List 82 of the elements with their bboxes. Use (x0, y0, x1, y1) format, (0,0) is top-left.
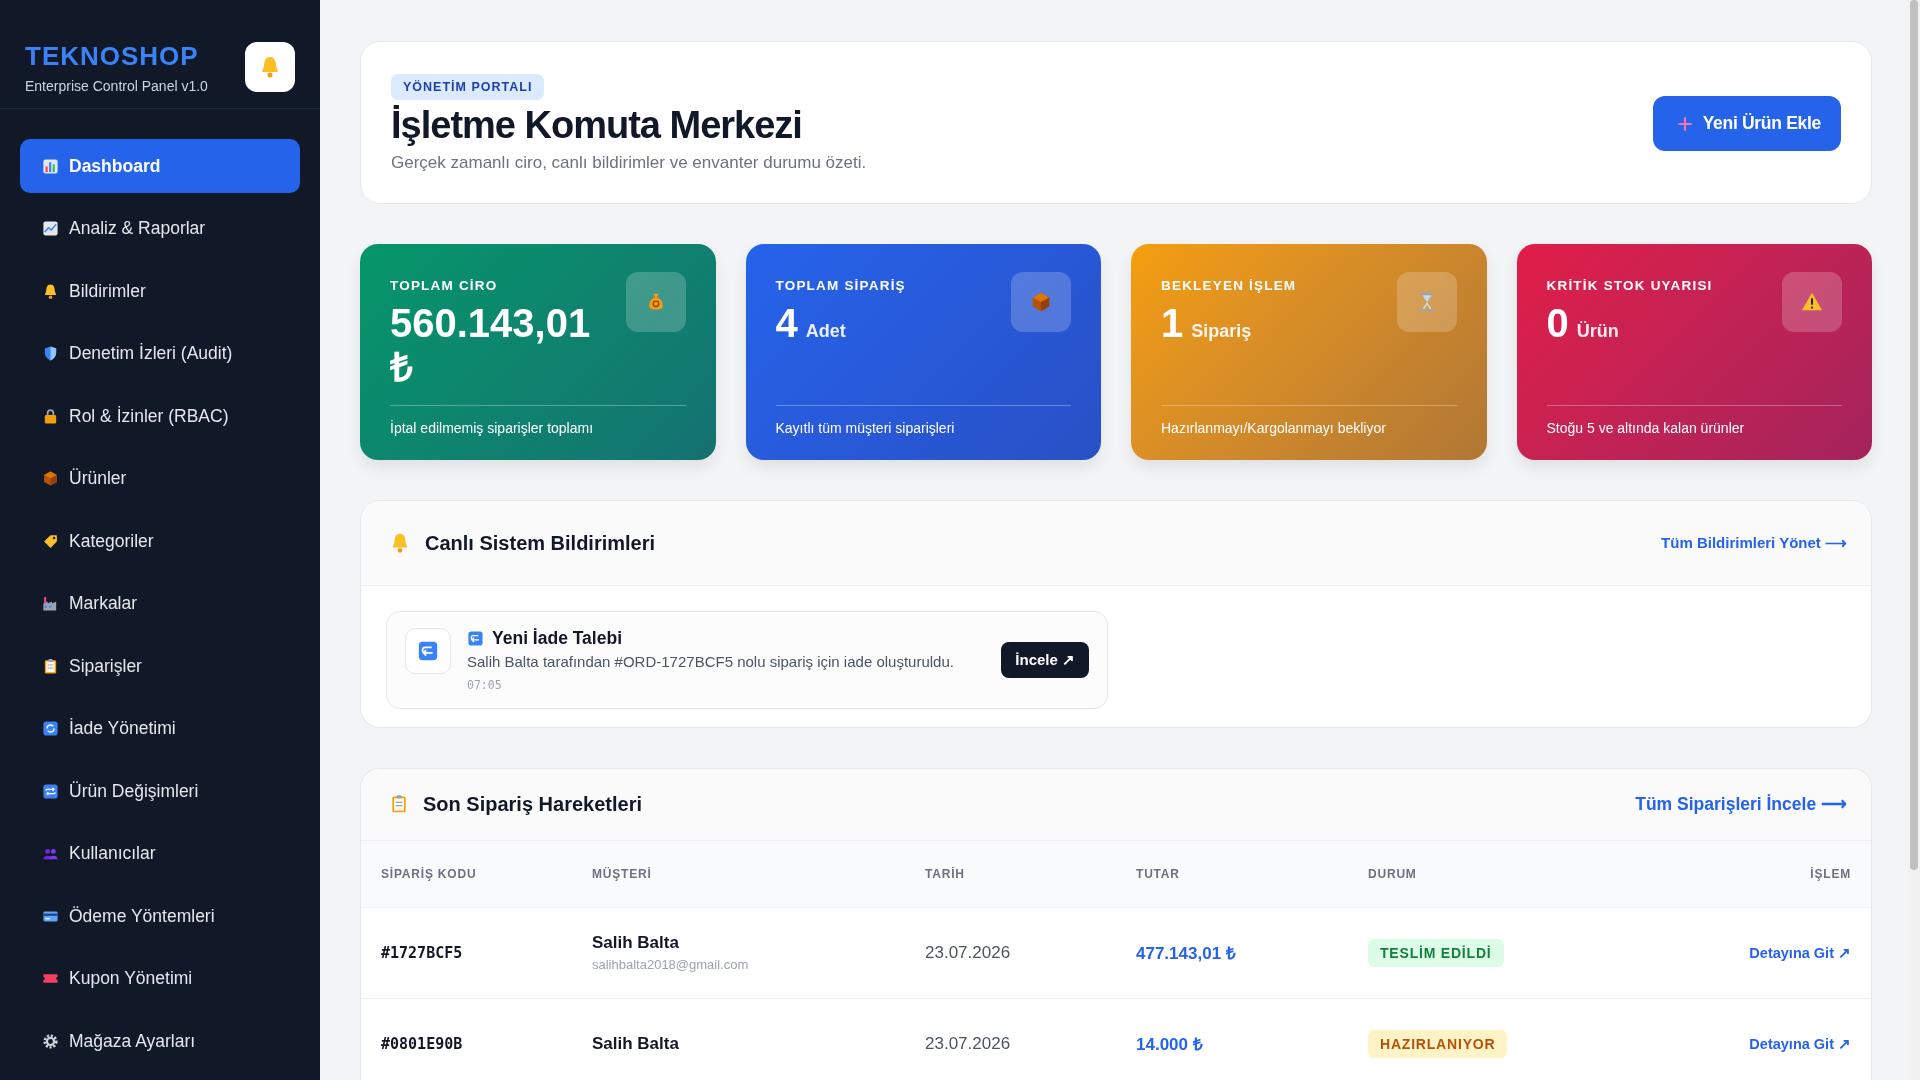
factory-icon (42, 595, 59, 612)
column-header: İŞLEM (1810, 866, 1851, 881)
order-date: 23.07.2026 (925, 1033, 1012, 1054)
portal-badge: YÖNETİM PORTALI (391, 74, 545, 100)
stat-label: KRİTİK STOK UYARISI (1546, 278, 1713, 293)
brand-logo: TEKNOSHOP (25, 40, 200, 72)
stat-note: Stoğu 5 ve altında kalan ürünler (1546, 405, 1842, 436)
sidebar-item[interactable]: Siparişler (20, 639, 300, 693)
refresh-icon (42, 720, 59, 737)
clipboard-icon (42, 657, 59, 675)
stat-label: BEKLEYEN İŞLEM (1161, 278, 1297, 293)
sidebar-item[interactable]: Bildirimler (20, 264, 300, 318)
bar-chart-icon (42, 157, 59, 175)
order-date: 23.07.2026 (925, 942, 1012, 963)
swap-icon (42, 782, 59, 800)
warning-icon (1801, 291, 1823, 313)
sidebar-item[interactable]: Analiz & Raporlar (20, 201, 300, 256)
scrollbar[interactable] (1908, 0, 1920, 1080)
stat-label: TOPLAM CİRO (390, 278, 499, 293)
stat-note: Kayıtlı tüm müşteri siparişleri (775, 405, 1071, 436)
customer-email: salihbalta2018@gmail.com (592, 957, 750, 973)
review-button[interactable]: İncele ↗ (1001, 642, 1089, 678)
stat-unit: Sipariş (1191, 321, 1252, 341)
clipboard-icon (389, 794, 409, 815)
column-header: DURUM (1368, 866, 1418, 881)
order-code: #1727BCF5 (381, 943, 464, 962)
line-chart-icon (42, 220, 59, 237)
sidebar-item[interactable]: Ürün Değişimleri (20, 764, 300, 818)
stat-value: 1 (1161, 301, 1184, 345)
sidebar-item[interactable]: Kategoriler (20, 514, 300, 568)
bell-icon (42, 282, 59, 300)
stat-unit: Adet (805, 321, 846, 341)
box-icon (42, 470, 59, 487)
all-orders-link[interactable]: Tüm Siparişleri İncele ⟶ (1635, 793, 1847, 815)
column-header: TUTAR (1136, 866, 1181, 881)
tag-icon (42, 532, 59, 550)
sidebar-item[interactable]: Rol & İzinler (RBAC) (20, 389, 300, 443)
order-code: #0801E90B (381, 1034, 464, 1053)
order-amount: 477.143,01 ₺ (1136, 943, 1237, 965)
details-link[interactable]: Detayına Git ↗ (1749, 944, 1851, 961)
page-subtitle: Gerçek zamanlı ciro, canlı bildirimler ve envanter durumu özeti. (391, 153, 867, 173)
notification-title: Yeni İade Talebi (492, 628, 622, 649)
panel-title: Son Sipariş Hareketleri (423, 792, 642, 816)
stat-value: 0 (1546, 301, 1569, 345)
stat-unit: Ürün (1576, 321, 1619, 341)
stat-note: İptal edilmemiş siparişler toplamı (390, 405, 686, 436)
sidebar-item[interactable]: Dashboard (20, 139, 300, 193)
lock-icon (42, 407, 59, 425)
stat-note: Hazırlanmayı/Kargolanmayı bekliyor (1161, 405, 1457, 436)
stat-value: 4 (775, 301, 798, 345)
return-icon (417, 640, 439, 662)
stat-label: TOPLAM SİPARİŞ (775, 278, 906, 293)
sidebar-item[interactable]: Ödeme Yöntemleri (20, 889, 300, 943)
sidebar-item[interactable]: Denetim İzleri (Audit) (20, 326, 300, 381)
brand-subtitle: Enterprise Control Panel v1.0 (25, 77, 208, 94)
details-link[interactable]: Detayına Git ↗ (1749, 1035, 1851, 1052)
status-badge: HAZIRLANIYOR (1368, 1029, 1508, 1058)
sidebar-item[interactable]: Kullanıcılar (20, 826, 300, 881)
sidebar-item[interactable]: İade Yönetimi (20, 701, 300, 756)
shield-icon (42, 345, 59, 362)
return-icon (467, 630, 484, 647)
manage-notifications-link[interactable]: Tüm Bildirimleri Yönet ⟶ (1661, 534, 1847, 552)
column-header: MÜŞTERİ (592, 866, 653, 881)
sidebar-item[interactable]: Mağaza Ayarları (20, 1014, 300, 1068)
page-title: İşletme Komuta Merkezi (391, 104, 803, 147)
sidebar-item[interactable]: Kupon Yönetimi (20, 951, 300, 1006)
customer-name: Salih Balta (592, 1033, 680, 1054)
customer-name: Salih Balta (592, 933, 680, 954)
settings-icon (42, 1032, 59, 1050)
sidebar-item[interactable]: Markalar (20, 576, 300, 631)
panel-title: Canlı Sistem Bildirimleri (425, 531, 656, 555)
notification-time: 07:05 (467, 678, 503, 692)
status-badge: TESLİM EDİLDİ (1368, 938, 1504, 967)
order-amount: 14.000 ₺ (1136, 1034, 1204, 1056)
sidebar-item[interactable]: Ürünler (20, 451, 300, 506)
notification-message: Salih Balta tarafından #ORD-1727BCF5 nolu sipariş için iade oluşturuldu. (467, 653, 955, 670)
box-icon (1030, 291, 1052, 313)
column-header: TARİH (925, 866, 966, 881)
stat-value: 560.143,01 ₺ (390, 301, 591, 389)
notification-button[interactable] (245, 42, 295, 92)
add-product-button[interactable]: Yeni Ürün Ekle (1652, 96, 1841, 151)
column-header: SİPARİŞ KODU (381, 866, 478, 881)
